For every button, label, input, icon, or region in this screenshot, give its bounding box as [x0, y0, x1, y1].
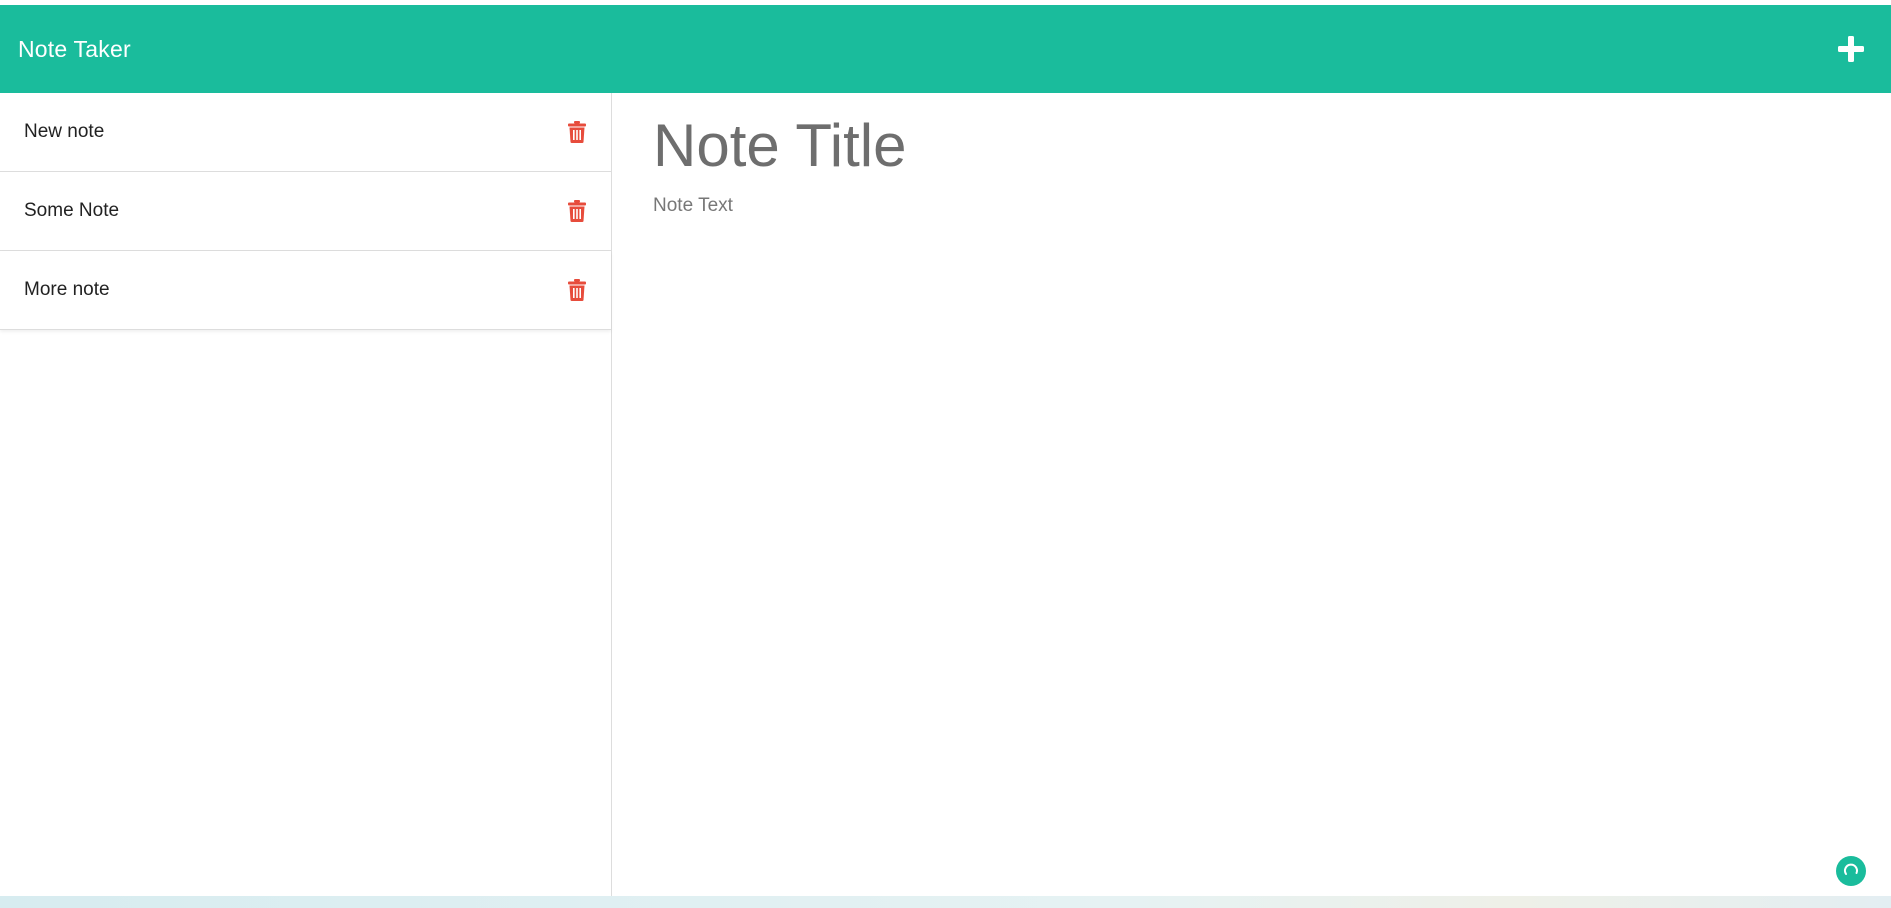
note-item-title: More note — [24, 279, 110, 300]
floating-widget-button[interactable] — [1836, 856, 1866, 886]
trash-icon[interactable] — [567, 199, 587, 223]
list-item[interactable]: More note — [0, 251, 611, 330]
note-list: New note Some Note More note — [0, 93, 611, 330]
list-item[interactable]: New note — [0, 93, 611, 172]
list-item[interactable]: Some Note — [0, 172, 611, 251]
app-title[interactable]: Note Taker — [18, 36, 131, 63]
note-text-area[interactable] — [653, 195, 1833, 755]
desktop-taskbar-strip — [0, 896, 1891, 908]
plus-icon — [1838, 36, 1864, 62]
note-item-title: Some Note — [24, 200, 120, 221]
trash-icon[interactable] — [567, 120, 587, 144]
new-note-button[interactable] — [1833, 31, 1869, 67]
refresh-icon — [1843, 863, 1858, 875]
note-title-input[interactable] — [653, 111, 1833, 181]
note-item-title: New note — [24, 121, 105, 142]
note-editor — [613, 93, 1891, 896]
note-list-sidebar: New note Some Note More note — [0, 93, 612, 896]
trash-icon[interactable] — [567, 278, 587, 302]
navbar: Note Taker — [0, 5, 1891, 93]
